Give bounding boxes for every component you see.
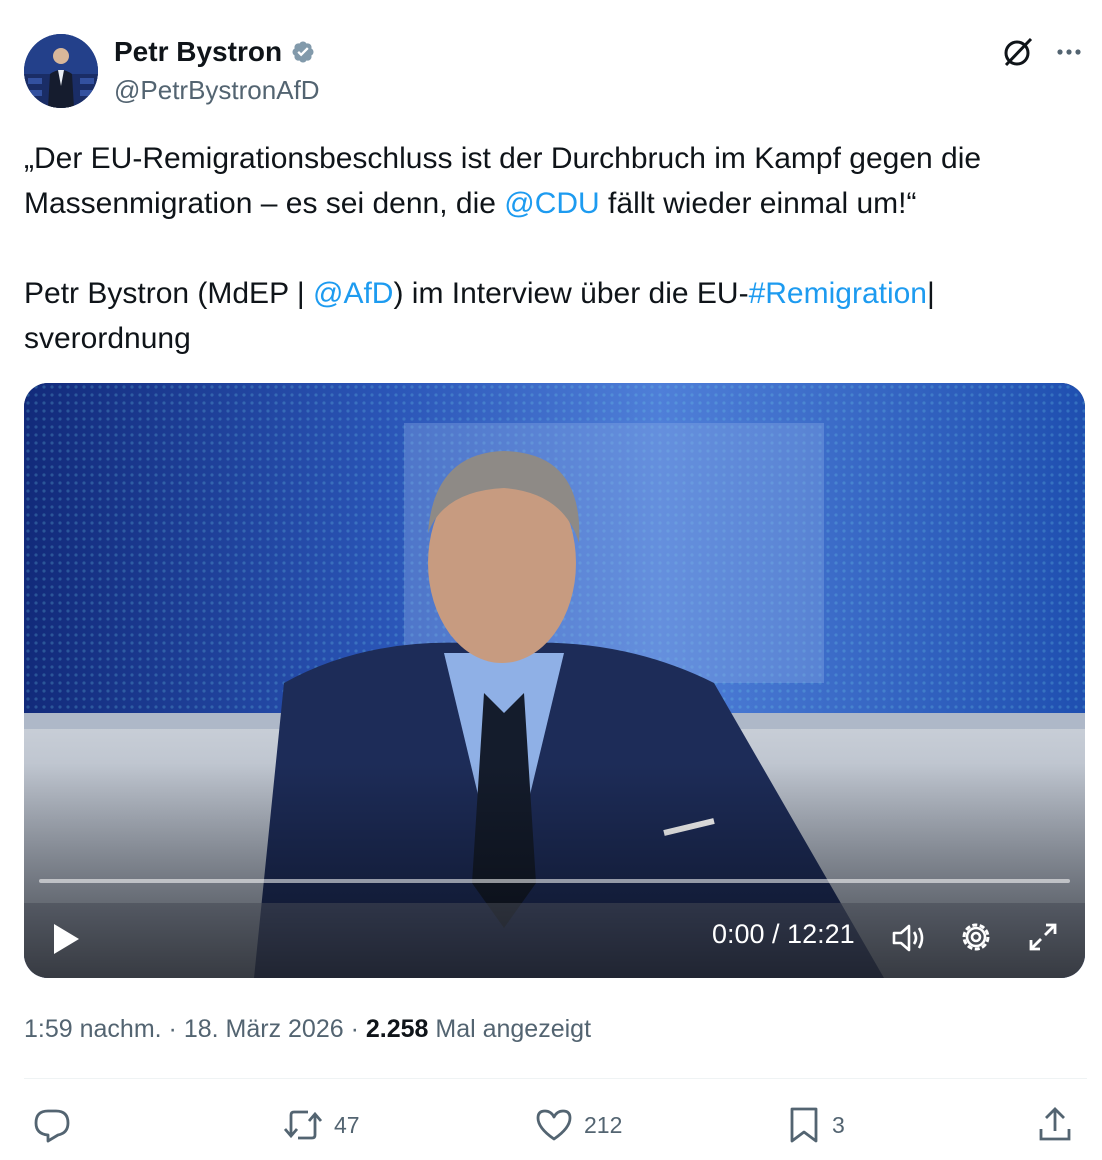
tweet-paragraph-info: Petr Bystron (MdEP | @AfD) im Interview …	[24, 271, 1084, 361]
text-segment: Petr Bystron (MdEP |	[24, 277, 313, 310]
tweet-time[interactable]: 1:59 nachm.	[24, 1015, 162, 1043]
settings-icon[interactable]	[958, 919, 994, 955]
author-handle[interactable]: @PetrBystronAfD	[114, 73, 320, 107]
mention-cdu-link[interactable]: @CDU	[504, 187, 599, 220]
avatar[interactable]	[24, 34, 98, 108]
retweet-button[interactable]: 47	[282, 1100, 360, 1150]
divider	[24, 1078, 1087, 1079]
text-segment: fällt wieder einmal um!“	[599, 187, 917, 220]
mention-afd-link[interactable]: @AfD	[313, 277, 393, 310]
text-segment: ) im Interview über die EU-	[393, 277, 749, 310]
video-frame	[24, 383, 1085, 978]
bookmark-button[interactable]: 3	[786, 1100, 845, 1150]
views-count: 2.258	[365, 1015, 429, 1043]
volume-icon[interactable]	[890, 921, 928, 955]
bookmark-icon	[790, 1107, 818, 1143]
action-bar: 47 212 3	[24, 1100, 1087, 1150]
retweet-icon	[283, 1110, 323, 1140]
share-button[interactable]	[1036, 1100, 1074, 1150]
separator: ·	[161, 1015, 184, 1043]
author-name[interactable]: Petr Bystron	[114, 34, 282, 70]
video-player[interactable]: 0:00 / 12:21	[24, 383, 1085, 978]
retweet-count: 47	[334, 1111, 360, 1138]
share-icon	[1039, 1107, 1071, 1141]
tweet-date[interactable]: 18. März 2026	[184, 1015, 344, 1043]
more-icon[interactable]	[1054, 37, 1084, 67]
tweet-meta: 1:59 nachm. · 18. März 2026 · 2.258 Mal …	[24, 1011, 591, 1047]
play-icon[interactable]	[50, 921, 82, 957]
tweet-paragraph-quote: „Der EU-Remigrationsbeschluss ist der Du…	[24, 136, 1084, 226]
avatar-image	[24, 34, 98, 108]
header-actions	[1000, 34, 1084, 70]
grok-icon[interactable]	[1000, 34, 1036, 70]
author-name-row[interactable]: Petr Bystron	[114, 34, 318, 70]
separator: ·	[343, 1015, 366, 1043]
tweet-text: „Der EU-Remigrationsbeschluss ist der Du…	[24, 136, 1084, 361]
hashtag-remigration-link[interactable]: #Remigration	[749, 277, 927, 310]
video-time: 0:00 / 12:21	[712, 919, 855, 949]
views-label: Mal angezeigt	[428, 1015, 592, 1043]
reply-button[interactable]	[32, 1100, 72, 1150]
heart-icon	[536, 1109, 572, 1141]
reply-icon	[34, 1109, 70, 1143]
fullscreen-icon[interactable]	[1027, 921, 1059, 953]
verified-badge-icon	[292, 41, 314, 63]
bookmark-count: 3	[832, 1111, 845, 1138]
like-count: 212	[584, 1111, 623, 1138]
like-button[interactable]: 212	[534, 1100, 622, 1150]
